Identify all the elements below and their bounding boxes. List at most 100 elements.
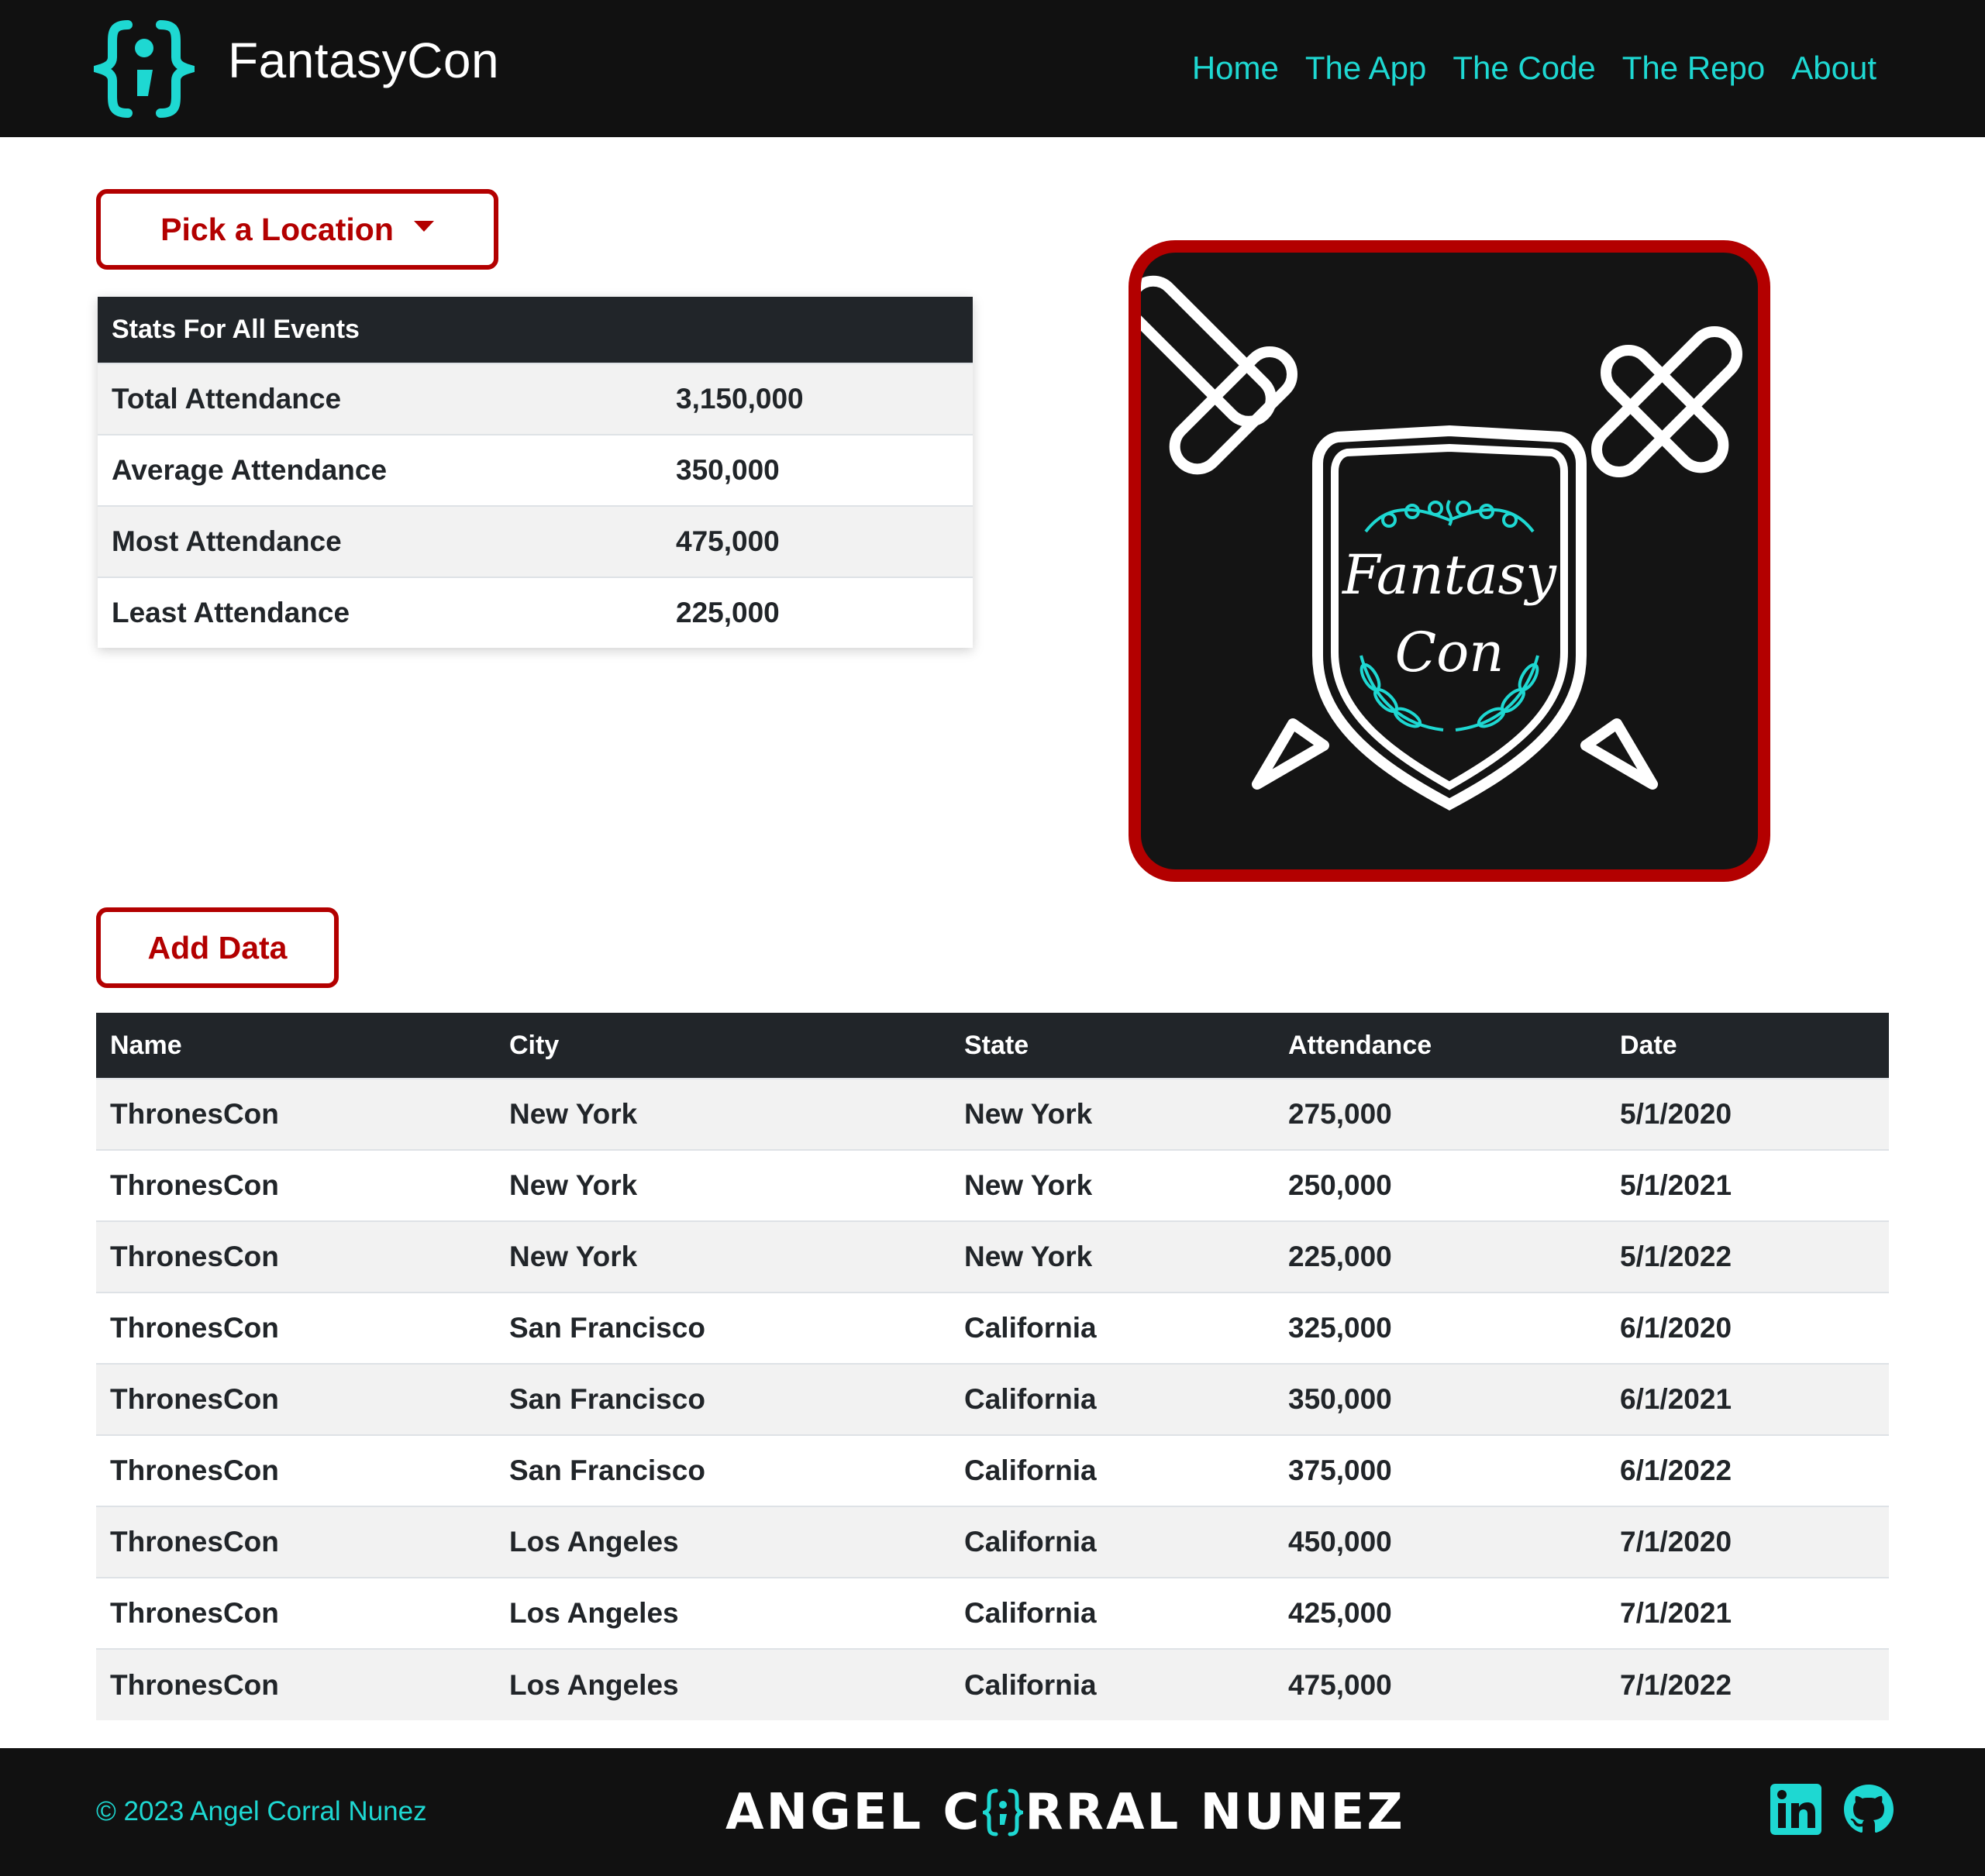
linkedin-icon[interactable] [1769, 1782, 1823, 1836]
cell-state: California [950, 1648, 1274, 1720]
stats-table-title: Stats For All Events [98, 297, 973, 363]
brand-logo-icon[interactable] [94, 19, 195, 119]
cell-state: California [950, 1363, 1274, 1435]
cell-state: California [950, 1506, 1274, 1578]
cell-city: New York [495, 1078, 950, 1150]
footer-brand-left: ANGEL C [725, 1784, 982, 1841]
add-data-button[interactable]: Add Data [96, 907, 339, 988]
stats-table: Stats For All Events Total Attendance 3,… [98, 297, 973, 648]
stats-row-total: Total Attendance 3,150,000 [98, 363, 973, 434]
stats-label: Least Attendance [112, 597, 350, 628]
cell-name: ThronesCon [96, 1506, 495, 1578]
nav-link-about[interactable]: About [1791, 48, 1876, 88]
nav-link-the-repo[interactable]: The Repo [1622, 48, 1765, 88]
table-row: ThronesCon Los Angeles California 425,000 7/… [96, 1577, 1889, 1649]
cell-city: Los Angeles [495, 1506, 950, 1578]
copyright-text: © 2023 Angel Corral Nunez [96, 1796, 427, 1826]
fantasycon-emblem-image: Fantasy Con [1129, 240, 1770, 882]
table-row: ThronesCon San Francisco California 350,000… [96, 1363, 1889, 1435]
cell-city: San Francisco [495, 1363, 950, 1435]
events-table: Name City State Attendance Date ThronesC… [96, 1013, 1889, 1720]
cell-state: New York [950, 1078, 1274, 1150]
cell-attendance: 350,000 [1274, 1363, 1606, 1435]
events-table-body: ThronesCon New York New York 275,000 5/1/202… [96, 1078, 1889, 1720]
cell-city: San Francisco [495, 1434, 950, 1506]
cell-name: ThronesCon [96, 1078, 495, 1150]
nav-link-the-app[interactable]: The App [1305, 48, 1426, 88]
cell-name: ThronesCon [96, 1292, 495, 1364]
cell-date: 7/1/2022 [1606, 1648, 1889, 1720]
cell-city: Los Angeles [495, 1648, 950, 1720]
stats-label: Most Attendance [112, 525, 342, 557]
stats-label: Average Attendance [112, 454, 388, 486]
cell-date: 5/1/2022 [1606, 1220, 1889, 1293]
cell-state: New York [950, 1220, 1274, 1293]
cell-name: ThronesCon [96, 1363, 495, 1435]
cell-name: ThronesCon [96, 1434, 495, 1506]
cell-name: ThronesCon [96, 1577, 495, 1649]
brace-logo-icon [983, 1788, 1024, 1836]
cell-attendance: 475,000 [1274, 1648, 1606, 1720]
table-row: ThronesCon Los Angeles California 450,000 7/… [96, 1506, 1889, 1578]
pick-location-label: Pick a Location [160, 211, 394, 247]
crossed-swords-shield-icon: Fantasy Con [1141, 275, 1742, 811]
column-header-attendance: Attendance [1274, 1013, 1606, 1079]
cell-attendance: 425,000 [1274, 1577, 1606, 1649]
github-icon[interactable] [1842, 1782, 1896, 1836]
cell-name: ThronesCon [96, 1149, 495, 1221]
cell-city: New York [495, 1220, 950, 1293]
table-row: ThronesCon San Francisco California 325,000… [96, 1292, 1889, 1364]
table-row: ThronesCon New York New York 275,000 5/1/202… [96, 1078, 1889, 1150]
stats-rows: Total Attendance 3,150,000 Average Atten… [98, 363, 973, 648]
stats-row-most: Most Attendance 475,000 [98, 505, 973, 577]
social-links [1769, 1782, 1896, 1836]
stats-value: 475,000 [676, 525, 780, 557]
nav-link-home[interactable]: Home [1192, 48, 1279, 88]
column-header-state: State [950, 1013, 1274, 1079]
footer-brand-right: RRAL NUNEZ [1025, 1784, 1405, 1841]
stats-label: Total Attendance [112, 383, 342, 415]
column-header-date: Date [1606, 1013, 1889, 1079]
table-row: ThronesCon New York New York 225,000 5/1/202… [96, 1220, 1889, 1293]
cell-state: California [950, 1434, 1274, 1506]
footer: © 2023 Angel Corral Nunez ANGEL C RRAL N… [0, 1748, 1985, 1876]
cell-attendance: 375,000 [1274, 1434, 1606, 1506]
nav-links: Home The App The Code The Repo About [1192, 48, 1876, 88]
cell-attendance: 450,000 [1274, 1506, 1606, 1578]
emblem-text-line1: Fantasy [1341, 543, 1557, 607]
cell-date: 5/1/2020 [1606, 1078, 1889, 1150]
stats-value: 3,150,000 [676, 383, 804, 415]
cell-date: 6/1/2022 [1606, 1434, 1889, 1506]
events-table-header-row: Name City State Attendance Date [96, 1013, 1889, 1079]
cell-city: New York [495, 1149, 950, 1221]
stats-row-least: Least Attendance 225,000 [98, 577, 973, 648]
emblem-text-line2: Con [1395, 621, 1504, 684]
cell-date: 5/1/2021 [1606, 1149, 1889, 1221]
nav-link-the-code[interactable]: The Code [1453, 48, 1595, 88]
footer-brand-wordmark: ANGEL C RRAL NUNEZ [725, 1781, 1405, 1843]
navbar: FantasyCon Home The App The Code The Rep… [0, 0, 1985, 137]
table-row: ThronesCon San Francisco California 375,000… [96, 1434, 1889, 1506]
stats-value: 350,000 [676, 454, 780, 486]
cell-name: ThronesCon [96, 1220, 495, 1293]
caret-down-icon [413, 221, 434, 232]
stats-value: 225,000 [676, 597, 780, 628]
table-row: ThronesCon Los Angeles California 475,000 7/… [96, 1648, 1889, 1720]
cell-attendance: 225,000 [1274, 1220, 1606, 1293]
cell-state: New York [950, 1149, 1274, 1221]
cell-attendance: 275,000 [1274, 1078, 1606, 1150]
cell-name: ThronesCon [96, 1648, 495, 1720]
cell-state: California [950, 1292, 1274, 1364]
stats-row-average: Average Attendance 350,000 [98, 434, 973, 505]
cell-state: California [950, 1577, 1274, 1649]
table-row: ThronesCon New York New York 250,000 5/1/202… [96, 1149, 1889, 1221]
cell-city: San Francisco [495, 1292, 950, 1364]
cell-city: Los Angeles [495, 1577, 950, 1649]
brand-title[interactable]: FantasyCon [228, 31, 499, 90]
column-header-name: Name [96, 1013, 495, 1079]
cell-date: 6/1/2020 [1606, 1292, 1889, 1364]
cell-date: 7/1/2021 [1606, 1577, 1889, 1649]
cell-date: 6/1/2021 [1606, 1363, 1889, 1435]
pick-location-dropdown-button[interactable]: Pick a Location [96, 189, 498, 270]
cell-date: 7/1/2020 [1606, 1506, 1889, 1578]
